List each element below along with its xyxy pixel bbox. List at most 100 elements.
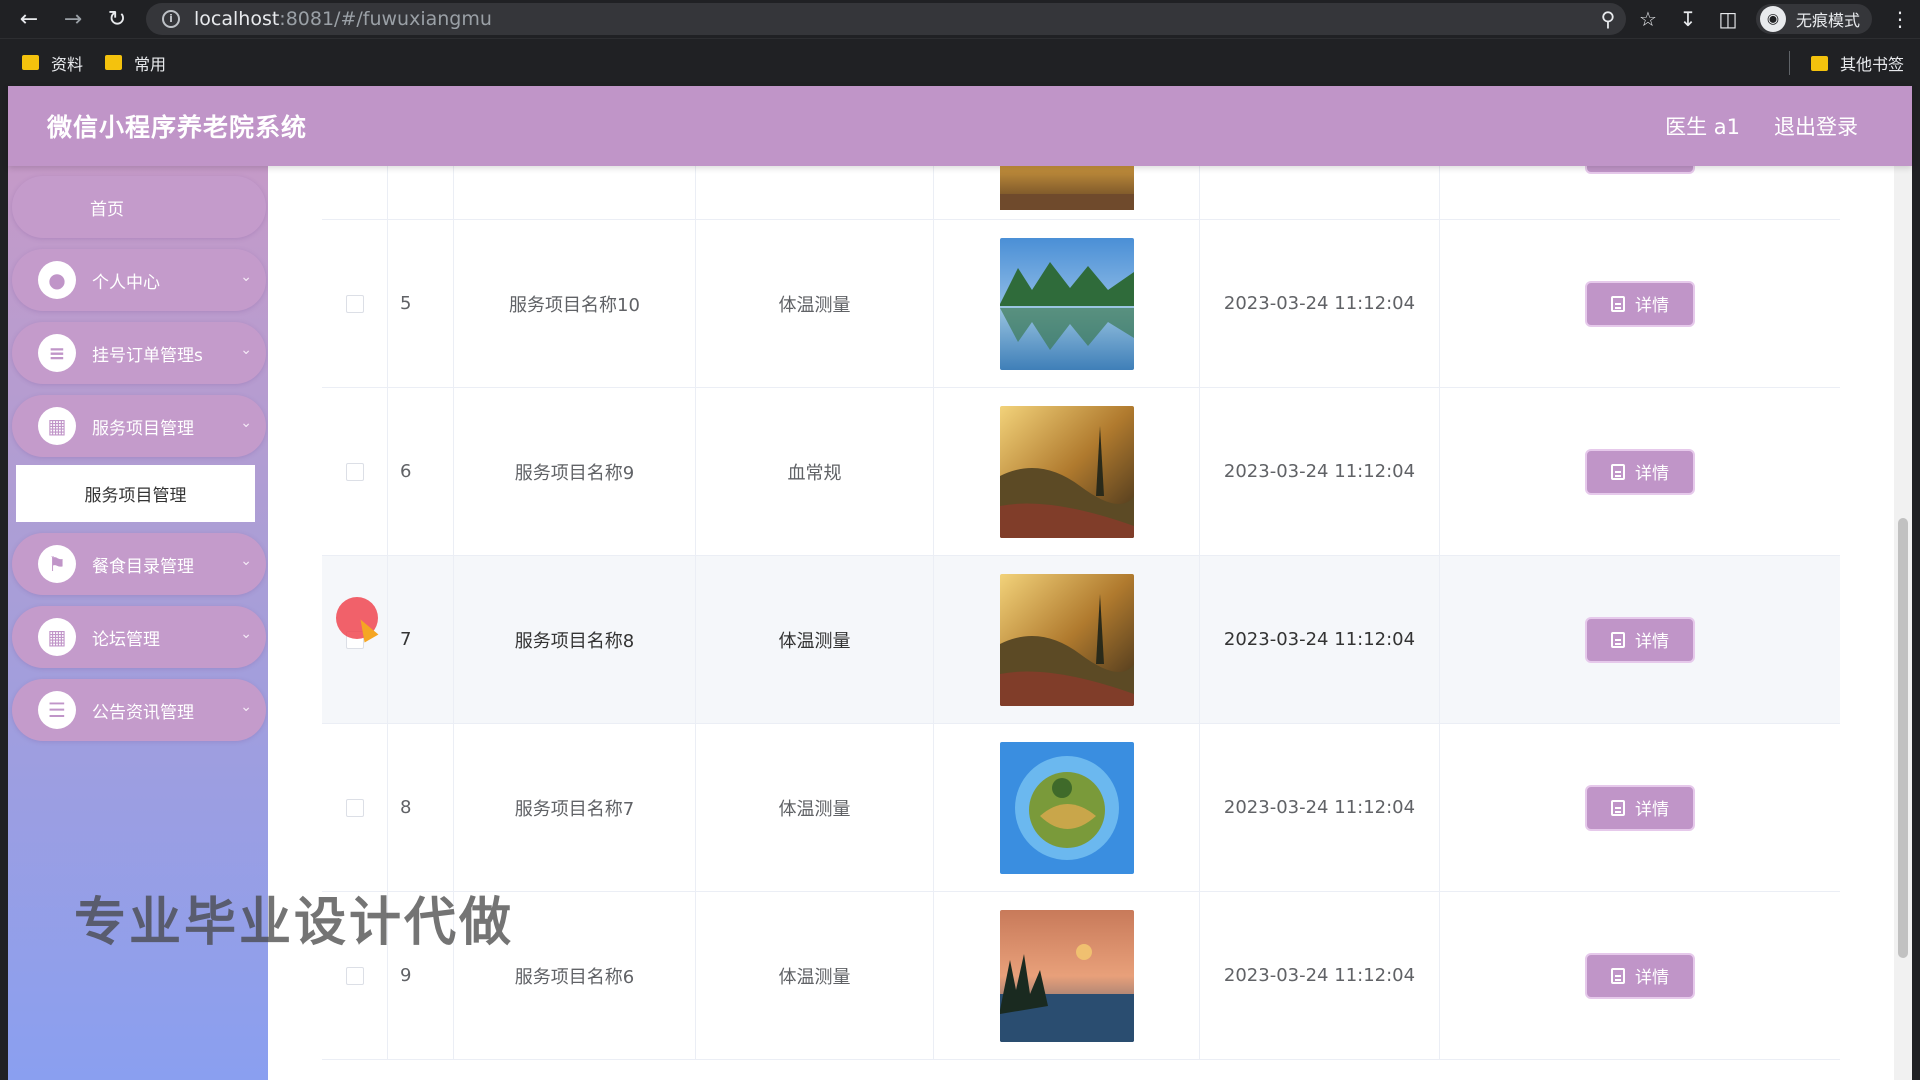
checkbox-cell xyxy=(322,556,388,723)
document-icon xyxy=(1611,463,1625,480)
app-title: 微信小程序养老院系统 xyxy=(47,113,308,142)
other-bookmarks[interactable]: 其他书签 xyxy=(1810,39,1904,87)
reload-icon[interactable]: ↻ xyxy=(102,4,132,34)
row-type: 体温测量 xyxy=(696,220,934,387)
table-row: 5 服务项目名称10 体温测量 2023-03-24 11:12:04 详情 xyxy=(322,220,1840,388)
bookmark-folder-2[interactable]: 常用 xyxy=(105,51,166,75)
sidebar-item-label: 餐食目录管理 xyxy=(92,556,194,577)
sidebar-item-label: 服务项目管理 xyxy=(92,418,194,439)
sidebar-item-announcements[interactable]: ☰ 公告资讯管理 ⌄ xyxy=(12,679,266,741)
checkbox-cell xyxy=(322,166,388,219)
op-cell: 详情 xyxy=(1440,388,1840,555)
detail-button[interactable]: 详情 xyxy=(1585,280,1695,327)
bookmarks-bar: 资料 常用 其他书签 xyxy=(0,38,1920,86)
row-thumbnail xyxy=(999,405,1134,538)
sidebar-item-registration-orders[interactable]: ≡ 挂号订单管理s ⌄ xyxy=(12,322,266,384)
logout-link[interactable]: 退出登录 xyxy=(1774,111,1858,141)
url-host: localhost xyxy=(194,8,280,30)
forward-icon[interactable]: → xyxy=(58,4,88,34)
app-header: 微信小程序养老院系统 医生 a1 退出登录 xyxy=(8,86,1912,166)
row-checkbox[interactable] xyxy=(345,462,364,481)
sidebar-item-label: 挂号订单管理s xyxy=(92,345,203,366)
address-bar[interactable]: i localhost:8081/#/fuwuxiangmu xyxy=(146,3,1626,35)
back-icon[interactable]: ← xyxy=(14,4,44,34)
key-icon[interactable]: ⚲ xyxy=(1588,0,1628,38)
row-time: 2023-03-24 11:12:04 xyxy=(1200,220,1440,387)
app-root: 微信小程序养老院系统 医生 a1 退出登录 首页 ● 个人中心 ⌄ ≡ 挂号订单… xyxy=(0,86,1920,1080)
chevron-down-icon: ⌄ xyxy=(240,415,252,431)
sidebar-item-meal-catalog[interactable]: ⚑ 餐食目录管理 ⌄ xyxy=(12,533,266,595)
checkbox-cell xyxy=(322,724,388,891)
detail-button[interactable]: 详情 xyxy=(1585,616,1695,663)
index-cell xyxy=(388,166,454,219)
grid-icon: ▦ xyxy=(38,618,76,656)
table-row: 9 服务项目名称6 体温测量 2023-03-24 11:12:04 详情 xyxy=(322,892,1840,1060)
row-name: 服务项目名称10 xyxy=(454,220,696,387)
chevron-down-icon: ⌄ xyxy=(240,342,252,358)
row-time: 2023-03-24 11:12:04 xyxy=(1200,388,1440,555)
detail-button[interactable]: 详情 xyxy=(1585,952,1695,999)
detail-label: 详情 xyxy=(1635,464,1669,484)
table-row: 6 服务项目名称9 血常规 2023-03-24 11:12:04 详情 xyxy=(322,388,1840,556)
incognito-badge[interactable]: ◉ 无痕模式 xyxy=(1755,4,1872,34)
sidebar-item-label: 首页 xyxy=(90,199,124,220)
site-info-icon[interactable]: i xyxy=(162,10,180,28)
sidebar-item-service-projects[interactable]: ▦ 服务项目管理 ⌄ xyxy=(12,395,266,457)
detail-label: 详情 xyxy=(1635,968,1669,988)
star-icon[interactable]: ☆ xyxy=(1628,0,1668,38)
window-edge xyxy=(0,86,8,1080)
sliders-icon: ≡ xyxy=(38,334,76,372)
download-icon[interactable]: ↧ xyxy=(1668,0,1708,38)
detail-label: 详情 xyxy=(1635,296,1669,316)
detail-label: 详情 xyxy=(1635,800,1669,820)
op-cell: 详情 xyxy=(1440,556,1840,723)
row-index: 6 xyxy=(388,388,454,555)
row-type: 体温测量 xyxy=(696,724,934,891)
row-checkbox[interactable] xyxy=(345,798,364,817)
time-cell xyxy=(1200,166,1440,219)
row-index: 5 xyxy=(388,220,454,387)
row-checkbox[interactable] xyxy=(345,966,364,985)
menu-kebab-icon[interactable]: ⋮ xyxy=(1880,0,1920,38)
row-type: 血常规 xyxy=(696,388,934,555)
bookmark-folder-1[interactable]: 资料 xyxy=(22,51,83,75)
other-bookmarks-label: 其他书签 xyxy=(1839,55,1904,74)
watermark-text: 专业毕业设计代做 xyxy=(74,893,515,953)
op-cell: 详情 xyxy=(1440,892,1840,1059)
chevron-down-icon: ⌄ xyxy=(240,626,252,642)
grid-icon: ▦ xyxy=(38,407,76,445)
document-icon xyxy=(1611,631,1625,648)
incognito-icon: ◉ xyxy=(1759,6,1786,32)
image-cell xyxy=(934,556,1200,723)
detail-button-partial[interactable] xyxy=(1585,166,1695,174)
sidepanel-icon[interactable]: ◫ xyxy=(1708,0,1748,38)
document-icon xyxy=(1611,799,1625,816)
row-index: 7 xyxy=(388,556,454,723)
submenu-item-service-projects[interactable]: 服务项目管理 xyxy=(16,465,255,522)
detail-button[interactable]: 详情 xyxy=(1585,448,1695,495)
op-cell xyxy=(1440,166,1840,219)
row-name: 服务项目名称9 xyxy=(454,388,696,555)
document-icon xyxy=(1611,967,1625,984)
document-icon xyxy=(1611,295,1625,312)
op-cell: 详情 xyxy=(1440,220,1840,387)
person-icon: ● xyxy=(38,261,76,299)
url-path: :8081/#/fuwuxiangmu xyxy=(279,8,492,30)
sidebar-item-label: 论坛管理 xyxy=(92,629,160,650)
row-type: 体温测量 xyxy=(696,892,934,1059)
detail-label: 详情 xyxy=(1635,632,1669,652)
row-time: 2023-03-24 11:12:04 xyxy=(1200,556,1440,723)
sidebar-item-forum[interactable]: ▦ 论坛管理 ⌄ xyxy=(12,606,266,668)
bookmark-separator xyxy=(1789,51,1790,75)
detail-button[interactable]: 详情 xyxy=(1585,784,1695,831)
page-scrollbar[interactable] xyxy=(1894,86,1912,1080)
row-time: 2023-03-24 11:12:04 xyxy=(1200,892,1440,1059)
submenu-item-label: 服务项目管理 xyxy=(84,486,187,506)
sidebar-item-home[interactable]: 首页 xyxy=(12,176,266,238)
row-thumbnail xyxy=(999,573,1134,706)
scrollbar-thumb[interactable] xyxy=(1898,518,1908,958)
sidebar-item-personal-center[interactable]: ● 个人中心 ⌄ xyxy=(12,249,266,311)
row-checkbox[interactable] xyxy=(345,294,364,313)
service-table: 5 服务项目名称10 体温测量 2023-03-24 11:12:04 详情 6… xyxy=(322,166,1840,1060)
image-cell xyxy=(934,892,1200,1059)
